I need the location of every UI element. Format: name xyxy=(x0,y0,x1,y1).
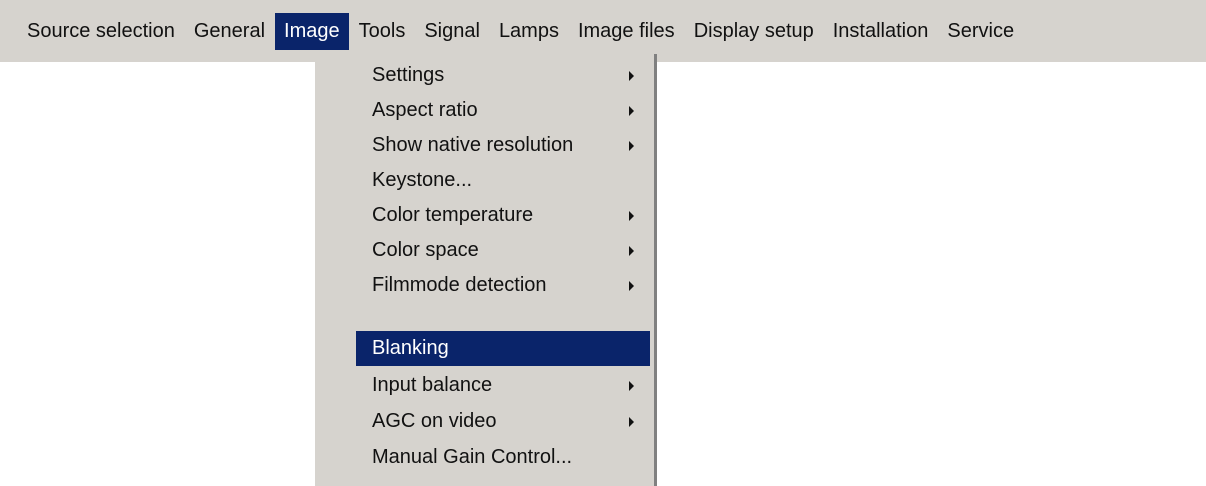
menu-item-label: Color space xyxy=(372,239,479,261)
menu-item-label: Input balance xyxy=(372,374,493,396)
menu-item-label: Show native resolution xyxy=(372,134,574,156)
menu-item-label: Color temperature xyxy=(372,204,534,226)
menu-item-input-balance[interactable]: Input balance xyxy=(356,368,650,403)
submenu-arrow-icon xyxy=(629,210,634,221)
menu-general[interactable]: General xyxy=(185,13,274,50)
submenu-arrow-icon xyxy=(629,416,634,427)
menu-item-label: AGC on video xyxy=(372,410,497,432)
image-dropdown-menu: Settings Aspect ratio Show native resolu… xyxy=(315,54,657,486)
menu-bar: Source selection General Image Tools Sig… xyxy=(0,0,1206,62)
menu-item-label: Manual Gain Control... xyxy=(372,446,573,468)
menu-item-color-space[interactable]: Color space xyxy=(356,233,650,268)
menu-item-manual-gain-control[interactable]: Manual Gain Control... xyxy=(356,440,650,475)
menu-service[interactable]: Service xyxy=(938,13,1023,50)
menu-item-label: Filmmode detection xyxy=(372,274,547,296)
menu-item-label: Blanking xyxy=(372,337,449,359)
menu-item-label: Aspect ratio xyxy=(372,99,478,121)
menu-item-label: Keystone... xyxy=(372,169,473,191)
menu-item-color-temperature[interactable]: Color temperature xyxy=(356,198,650,233)
menu-signal[interactable]: Signal xyxy=(415,13,489,50)
menu-item-agc-on-video[interactable]: AGC on video xyxy=(356,404,650,439)
submenu-arrow-icon xyxy=(629,280,634,291)
menu-image[interactable]: Image xyxy=(275,12,349,50)
submenu-arrow-icon xyxy=(629,105,634,116)
submenu-arrow-icon xyxy=(629,140,634,151)
menu-item-keystone[interactable]: Keystone... xyxy=(356,163,650,198)
menu-item-filmmode-detection[interactable]: Filmmode detection xyxy=(356,268,650,303)
menu-item-label: Settings xyxy=(372,64,445,86)
submenu-arrow-icon xyxy=(629,70,634,81)
menu-image-files[interactable]: Image files xyxy=(569,13,684,50)
menu-installation[interactable]: Installation xyxy=(824,13,938,50)
menu-item-settings[interactable]: Settings xyxy=(356,58,650,93)
menu-item-blanking[interactable]: Blanking xyxy=(356,331,650,366)
submenu-arrow-icon xyxy=(629,380,634,391)
menu-item-aspect-ratio[interactable]: Aspect ratio xyxy=(356,93,650,128)
menu-item-show-native-resolution[interactable]: Show native resolution xyxy=(356,128,650,163)
submenu-arrow-icon xyxy=(629,245,634,256)
menu-display-setup[interactable]: Display setup xyxy=(685,13,823,50)
menu-source-selection[interactable]: Source selection xyxy=(18,13,184,50)
menu-tools[interactable]: Tools xyxy=(350,13,415,50)
menu-lamps[interactable]: Lamps xyxy=(490,13,568,50)
